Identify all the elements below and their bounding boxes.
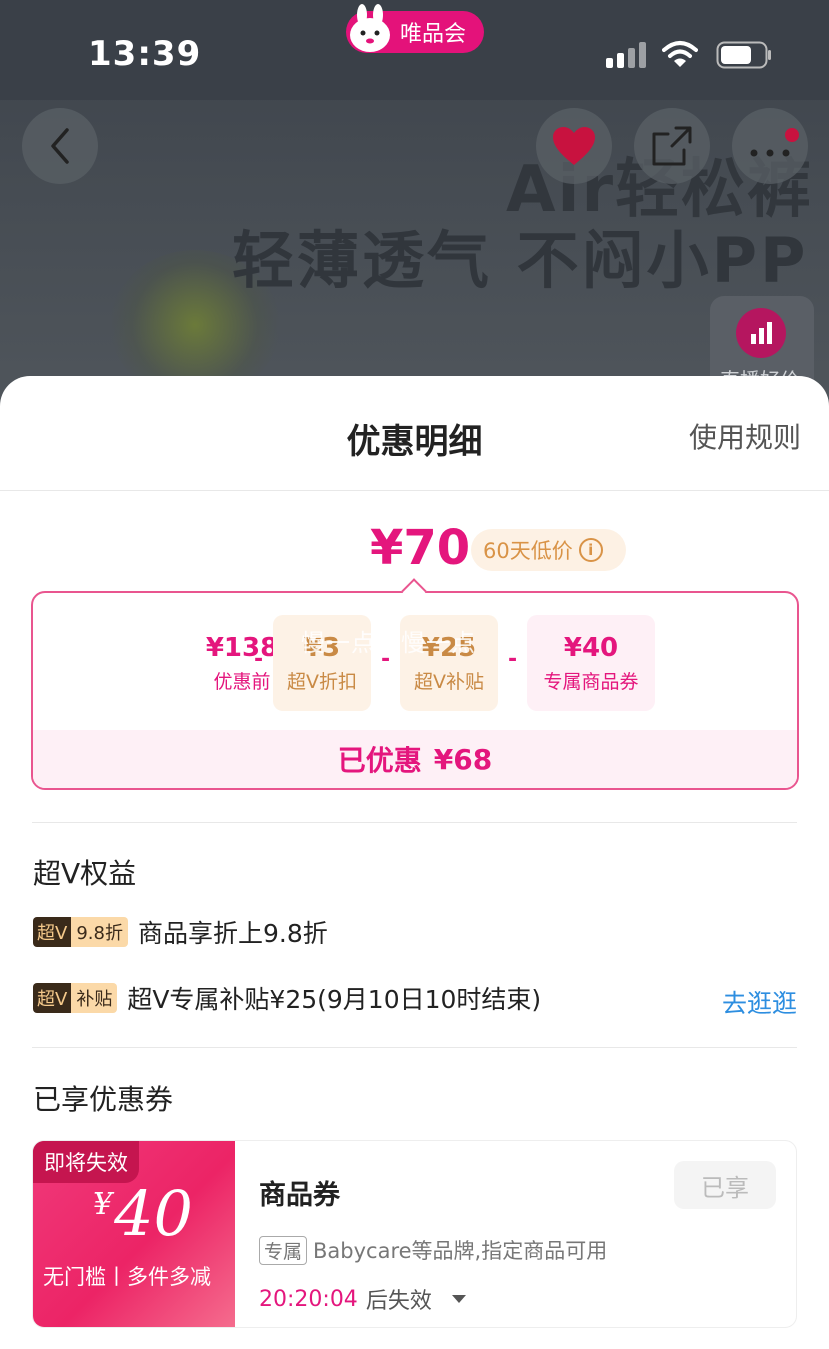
coupon-amount-panel: 即将失效 ¥40 无门槛丨多件多减 bbox=[33, 1141, 235, 1327]
animation-overlay-text: 慢一点再慢一点 bbox=[301, 629, 476, 657]
more-button[interactable] bbox=[732, 108, 808, 184]
breakdown-value: ¥40 bbox=[563, 632, 619, 663]
tag-prefix: 超V bbox=[33, 917, 72, 947]
app-root: Air轻松裤 轻薄透气 不闷小PP 直播好价 13:39 唯品会 bbox=[0, 0, 829, 1349]
vip-benefit-row-discount: 超V 9.8折 商品享折上9.8折 bbox=[33, 914, 328, 950]
vip-benefit-text: 超V专属补贴¥25(9月10日10时结束) bbox=[127, 985, 542, 1014]
vip-subsidy-tag: 超V 补贴 bbox=[33, 983, 118, 1013]
breakdown-label: 超V补贴 bbox=[414, 670, 484, 693]
vip-benefit-text: 商品享折上9.8折 bbox=[137, 919, 328, 948]
tag-suffix: 补贴 bbox=[71, 983, 118, 1013]
wifi-icon bbox=[662, 41, 698, 67]
live-chart-icon bbox=[736, 308, 786, 358]
vip-benefits-title: 超V权益 bbox=[33, 857, 137, 890]
exclusive-tag: 专属 bbox=[259, 1235, 308, 1265]
go-shopping-link[interactable]: 去逛逛 bbox=[722, 984, 797, 1020]
coupon-expiry[interactable]: 20:20:04 后失效 bbox=[259, 1283, 466, 1315]
coupon-name: 商品券 bbox=[259, 1180, 340, 1211]
final-price: ¥70 bbox=[370, 520, 471, 576]
breakdown-label: 专属商品券 bbox=[543, 670, 639, 693]
vip-app-badge-label: 唯品会 bbox=[400, 22, 467, 47]
coupon-description: 专属 Babycare等品牌,指定商品可用 bbox=[259, 1235, 607, 1265]
favorite-button[interactable] bbox=[536, 108, 612, 184]
coupon-countdown: 20:20:04 bbox=[259, 1286, 358, 1312]
tag-suffix: 9.8折 bbox=[71, 917, 128, 947]
coupon-card[interactable]: 即将失效 ¥40 无门槛丨多件多减 商品券 已享 专属 Babycare等品牌,… bbox=[32, 1140, 797, 1328]
price-breakdown-card: ¥138 优惠前 - ¥3 超V折扣 - ¥25 超V补贴 - ¥40 专属商品… bbox=[31, 591, 799, 790]
total-saved-bar: 已优惠 ¥68 bbox=[33, 730, 797, 788]
discount-detail-sheet: 优惠明细 使用规则 ¥70 60天低价 i ¥138 优惠前 - ¥3 超V折扣… bbox=[0, 376, 829, 1349]
breakdown-label: 超V折扣 bbox=[287, 670, 357, 693]
vip-benefit-row-subsidy: 超V 补贴 超V专属补贴¥25(9月10日10时结束) bbox=[33, 980, 541, 1016]
heart-icon bbox=[553, 127, 595, 165]
share-button[interactable] bbox=[634, 108, 710, 184]
low-price-tag-label: 60天低价 bbox=[483, 539, 573, 563]
total-saved-amount: ¥68 bbox=[433, 742, 493, 776]
minus-sign: - bbox=[254, 647, 264, 672]
rabbit-mascot-icon bbox=[350, 4, 390, 52]
info-icon: i bbox=[578, 538, 603, 562]
coupon-expire-suffix: 后失效 bbox=[365, 1289, 432, 1314]
status-time: 13:39 bbox=[88, 34, 202, 74]
breakdown-value: ¥138 bbox=[205, 632, 279, 663]
back-button[interactable] bbox=[22, 108, 98, 184]
coupon-currency: ¥ bbox=[93, 1187, 113, 1222]
coupon-applied-button[interactable]: 已享 bbox=[674, 1161, 776, 1209]
hero-headline-2: 轻薄透气 不闷小PP bbox=[232, 224, 809, 297]
battery-icon bbox=[716, 41, 771, 69]
usage-rules-link[interactable]: 使用规则 bbox=[689, 416, 801, 456]
vip-app-badge: 唯品会 bbox=[346, 4, 484, 53]
minus-sign: - bbox=[508, 647, 518, 672]
coupon-condition: 无门槛丨多件多减 bbox=[43, 1265, 211, 1289]
breakdown-item-coupon: ¥40 专属商品券 bbox=[527, 615, 655, 711]
more-dots-icon bbox=[750, 128, 799, 157]
coupon-value: 40 bbox=[114, 1177, 193, 1250]
coupons-section-title: 已享优惠券 bbox=[33, 1083, 174, 1116]
chevron-left-icon bbox=[51, 128, 69, 164]
vip-discount-tag: 超V 9.8折 bbox=[33, 917, 128, 947]
low-price-tag[interactable]: 60天低价 i bbox=[471, 529, 626, 571]
caret-down-icon bbox=[451, 1295, 466, 1303]
total-saved-label: 已优惠 bbox=[337, 744, 422, 777]
coupon-scope-text: Babycare等品牌,指定商品可用 bbox=[313, 1239, 608, 1263]
section-divider bbox=[32, 822, 797, 823]
status-bar: 13:39 唯品会 bbox=[0, 0, 829, 100]
coupon-amount: ¥40 bbox=[93, 1177, 193, 1250]
share-icon bbox=[652, 126, 692, 166]
coupon-perforated-edge bbox=[229, 1141, 241, 1327]
header-divider bbox=[0, 490, 829, 491]
tag-prefix: 超V bbox=[33, 983, 72, 1013]
signal-icon bbox=[606, 42, 646, 68]
section-divider bbox=[32, 1047, 797, 1048]
